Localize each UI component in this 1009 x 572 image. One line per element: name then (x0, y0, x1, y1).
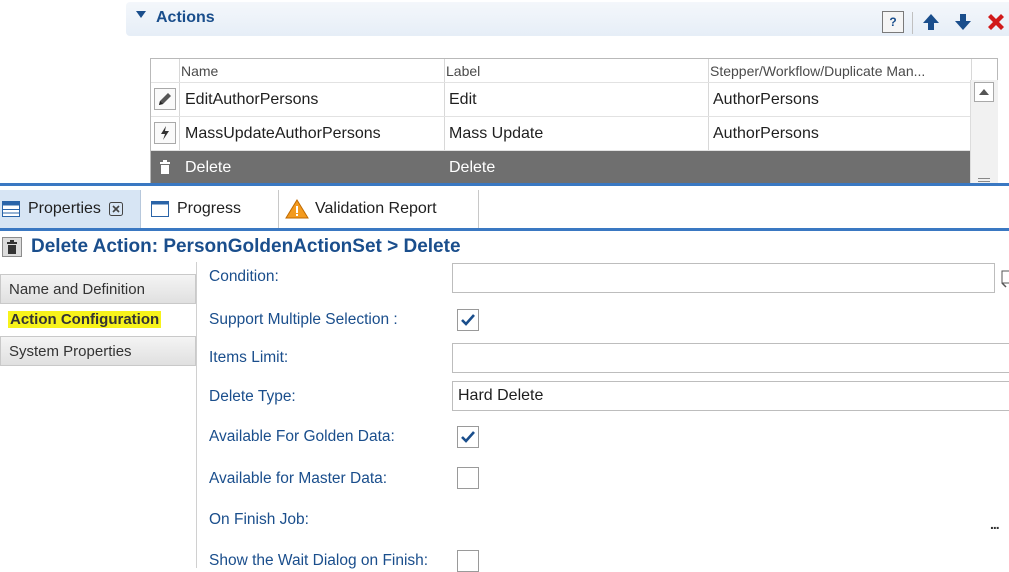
nav-action-configuration-label: Action Configuration (8, 311, 162, 328)
table-row[interactable]: EditAuthorPersons Edit AuthorPersons (151, 82, 971, 116)
available-master-label: Available for Master Data: (209, 470, 388, 487)
move-up-icon[interactable] (920, 11, 942, 33)
items-limit-input[interactable] (452, 343, 1009, 373)
warning-icon (285, 199, 309, 219)
on-finish-job-label: On Finish Job: (209, 511, 309, 528)
trash-icon (154, 156, 176, 178)
show-wait-label: Show the Wait Dialog on Finish: (209, 552, 429, 569)
table-row[interactable]: MassUpdateAuthorPersons Mass Update Auth… (151, 116, 971, 150)
tab-validation-report[interactable]: Validation Report (279, 190, 479, 228)
row-name: Delete (185, 159, 232, 176)
collapse-triangle-icon[interactable] (136, 11, 146, 18)
tab-properties[interactable]: Properties (0, 190, 141, 228)
tab-validation-label: Validation Report (315, 200, 437, 217)
nav-divider (196, 262, 197, 568)
nav-action-configuration[interactable]: Action Configuration (0, 305, 196, 335)
delete-x-icon[interactable] (985, 11, 1007, 33)
move-down-icon[interactable] (952, 11, 974, 33)
row-label: Delete (449, 159, 496, 176)
condition-picker-icon[interactable] (1000, 267, 1009, 289)
scroll-up-arrow-icon[interactable] (974, 82, 994, 102)
pencil-icon (154, 88, 176, 110)
column-header-target[interactable]: Stepper/Workflow/Duplicate Man... (710, 59, 972, 83)
row-target: AuthorPersons (713, 125, 819, 142)
column-header-label[interactable]: Label (446, 59, 480, 83)
row-name: EditAuthorPersons (185, 91, 319, 108)
row-target: AuthorPersons (713, 91, 819, 108)
support-multiple-label: Support Multiple Selection : (209, 311, 398, 328)
scroll-grip-icon[interactable] (978, 172, 990, 182)
show-wait-checkbox[interactable] (457, 550, 479, 572)
nav-name-and-definition[interactable]: Name and Definition (0, 274, 196, 304)
tab-bar-bottom-border (0, 228, 1009, 231)
tab-properties-label: Properties (28, 200, 101, 217)
available-master-checkbox[interactable] (457, 467, 479, 489)
window-icon (151, 201, 169, 217)
actions-panel-header (126, 2, 1009, 36)
items-limit-label: Items Limit: (209, 349, 289, 366)
actions-panel-title: Actions (156, 9, 215, 26)
help-icon[interactable]: ? (882, 11, 904, 33)
more-options-icon[interactable]: ... (990, 516, 1000, 532)
tab-progress[interactable]: Progress (141, 190, 279, 228)
close-tab-icon[interactable] (108, 202, 123, 216)
condition-label: Condition: (209, 268, 279, 285)
tab-bar-top-border (0, 183, 1009, 186)
condition-input[interactable] (452, 263, 995, 293)
delete-type-label: Delete Type: (209, 388, 296, 405)
toolbar-divider (912, 12, 913, 34)
delete-type-select[interactable]: Hard Delete (452, 381, 1009, 411)
nav-system-properties[interactable]: System Properties (0, 336, 196, 366)
available-golden-label: Available For Golden Data: (209, 428, 395, 445)
column-header-name[interactable]: Name (181, 59, 218, 83)
row-label: Edit (449, 91, 477, 108)
properties-title: Delete Action: PersonGoldenActionSet > D… (31, 236, 461, 257)
row-name: MassUpdateAuthorPersons (185, 125, 381, 142)
tab-progress-label: Progress (177, 200, 242, 217)
available-golden-checkbox[interactable] (457, 426, 479, 448)
trash-icon (2, 237, 22, 257)
actions-table: Name Label Stepper/Workflow/Duplicate Ma… (150, 58, 998, 184)
table-icon (2, 201, 20, 217)
support-multiple-checkbox[interactable] (457, 309, 479, 331)
table-row-selected[interactable]: Delete Delete (151, 150, 971, 184)
row-label: Mass Update (449, 125, 544, 142)
help-glyph: ? (889, 15, 897, 29)
lightning-icon (154, 122, 176, 144)
